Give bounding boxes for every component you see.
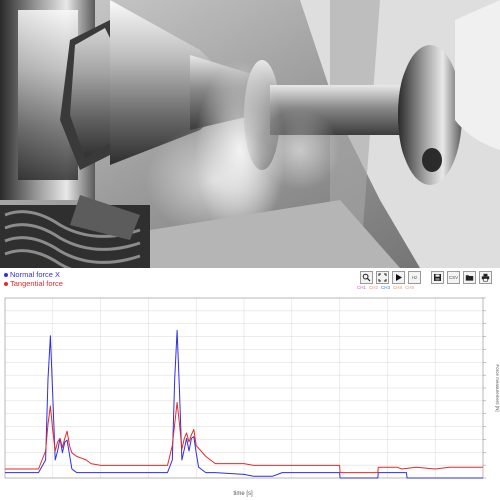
- legend-label-normal: Normal force X: [10, 270, 61, 279]
- y-axis-label: Force measurement [N]: [495, 364, 500, 411]
- fit-icon: [378, 273, 387, 281]
- zoom-icon: [362, 273, 371, 281]
- channel-ch4[interactable]: CH4: [393, 285, 402, 290]
- legend-dot-tangential: [4, 281, 8, 286]
- print-icon: [481, 273, 490, 282]
- record-icon: Hz: [411, 274, 418, 280]
- save-button[interactable]: [431, 270, 444, 284]
- save-icon: [434, 273, 441, 281]
- print-button[interactable]: [479, 270, 492, 284]
- machining-photo: [0, 0, 500, 268]
- legend-label-tangential: Tangential force: [10, 279, 63, 288]
- csv-button[interactable]: CSV: [447, 270, 460, 284]
- legend-dot-normal: [4, 272, 8, 277]
- fit-button[interactable]: [376, 270, 389, 284]
- zoom-button[interactable]: [360, 270, 373, 284]
- channel-selector: CH1 CH2 CH3 CH4 CH5: [357, 285, 414, 290]
- folder-icon: [465, 274, 474, 281]
- channel-ch2[interactable]: CH2: [369, 285, 378, 290]
- y-ticks: [483, 297, 486, 479]
- chart-toolbar: Hz CSV: [360, 269, 492, 285]
- play-button[interactable]: [392, 270, 405, 284]
- play-icon: [396, 273, 402, 281]
- legend-item-tangential[interactable]: Tangential force: [4, 279, 63, 288]
- legend-item-normal[interactable]: Normal force X: [4, 270, 63, 279]
- record-button[interactable]: Hz: [408, 270, 421, 284]
- force-chart: time [s] Force measurement [N]: [4, 297, 500, 497]
- chart-panel: time [s] Force measurement [N] Normal fo…: [0, 268, 500, 500]
- channel-ch1[interactable]: CH1: [357, 285, 366, 290]
- chart-legend: Normal force X Tangential force: [4, 270, 63, 288]
- channel-ch5[interactable]: CH5: [405, 285, 414, 290]
- open-folder-button[interactable]: [463, 270, 476, 284]
- x-axis-label: time [s]: [233, 491, 253, 497]
- channel-ch3[interactable]: CH3: [381, 285, 390, 290]
- csv-icon: CSV: [448, 274, 459, 280]
- chart-grid: [5, 298, 483, 478]
